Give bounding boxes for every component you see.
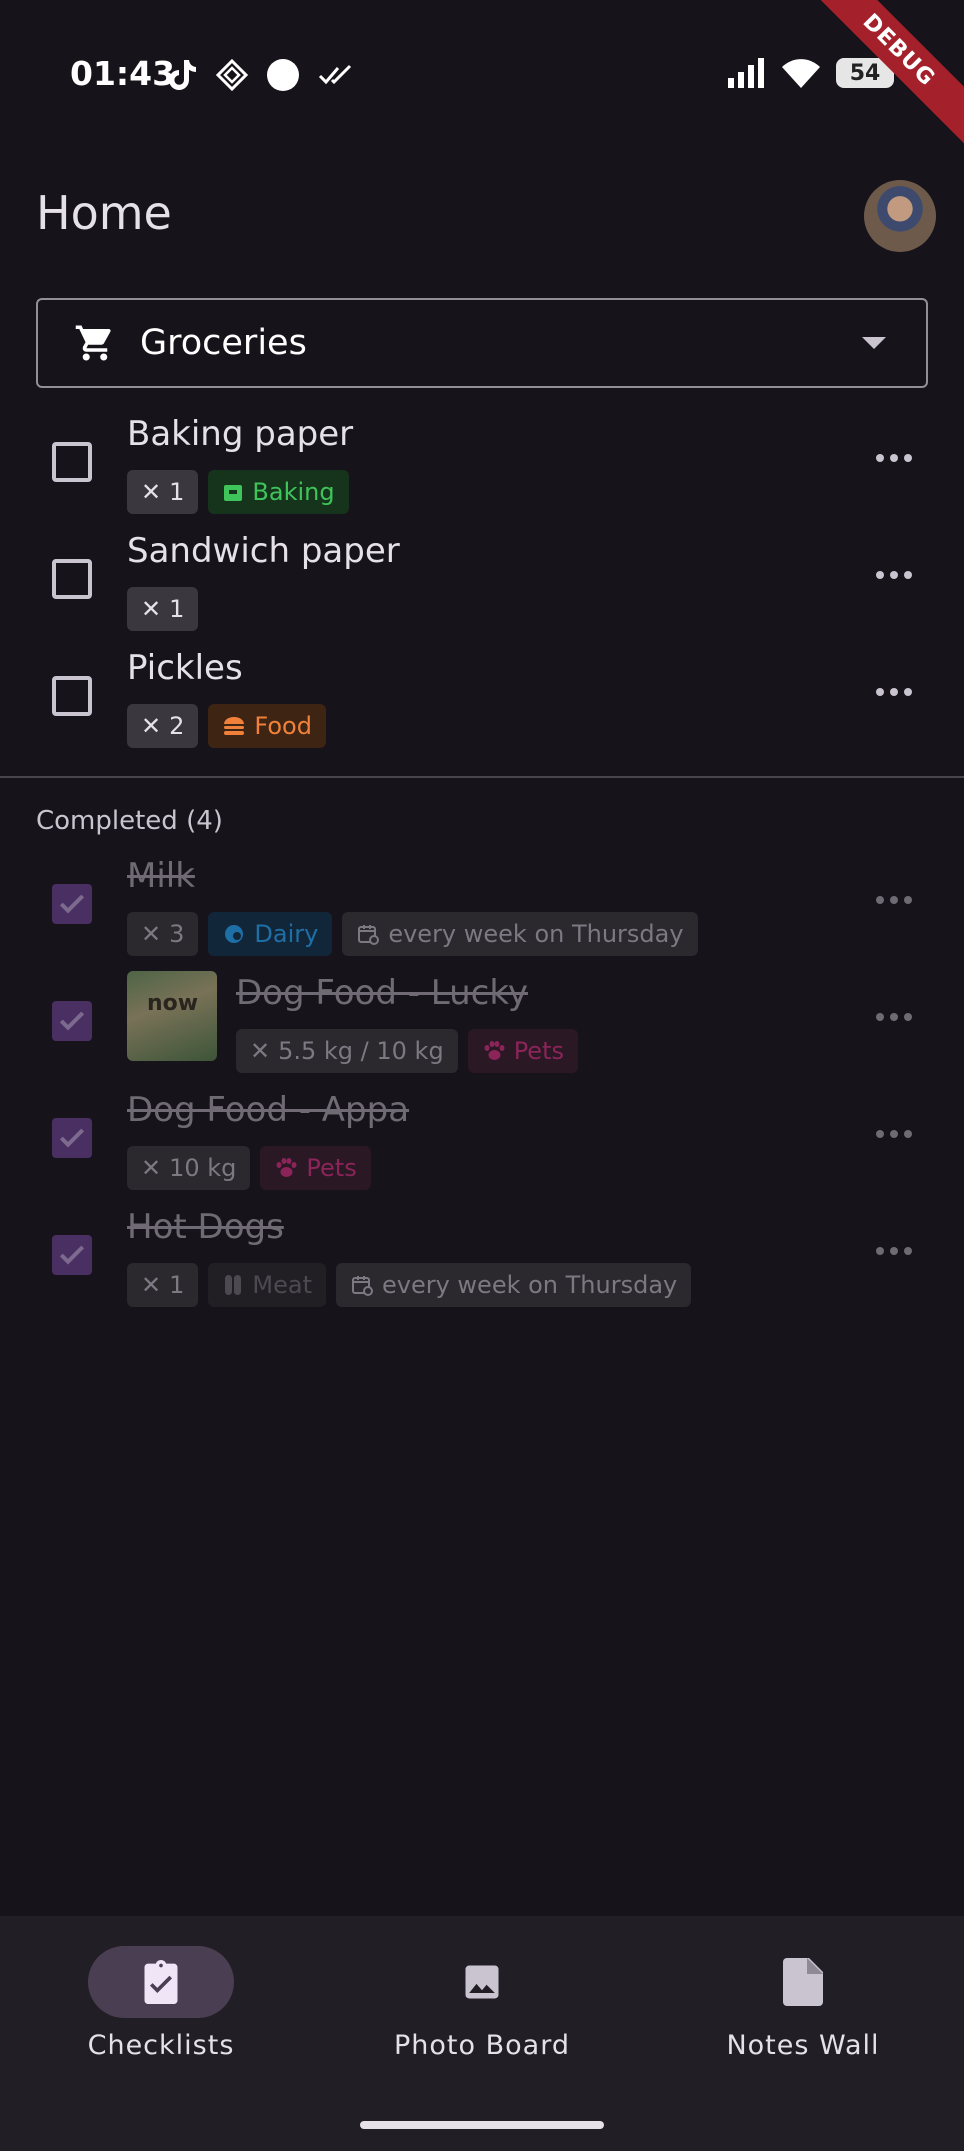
check-icon	[59, 1128, 85, 1148]
home-indicator[interactable]	[360, 2121, 604, 2129]
check-icon	[59, 894, 85, 914]
dropdown-arrow-icon	[862, 337, 886, 349]
item-checkbox[interactable]	[52, 676, 92, 716]
notification-icons	[168, 58, 354, 92]
signal-icon	[728, 58, 764, 88]
category-chip: Meat	[208, 1263, 326, 1307]
avatar[interactable]	[864, 180, 936, 252]
recurrence-chip: every week on Thursday	[335, 1263, 692, 1307]
image-icon	[465, 1965, 499, 1999]
category-chip: Dairy	[208, 912, 333, 956]
completed-list-item[interactable]: Milk ✕ 3 Dairy every week on Thursday	[0, 850, 964, 967]
check-icon	[59, 1011, 85, 1031]
item-checkbox[interactable]	[52, 442, 92, 482]
list-selector-value: Groceries	[140, 323, 307, 363]
multiply-icon: ✕	[141, 1154, 162, 1182]
item-title: Pickles	[127, 648, 243, 688]
list-selector-dropdown[interactable]: Groceries	[36, 298, 928, 388]
list-item[interactable]: Sandwich paper ✕ 1	[0, 525, 964, 642]
sausage-icon	[225, 1275, 242, 1295]
item-checkbox-checked[interactable]	[52, 1118, 92, 1158]
item-thumbnail[interactable]: now	[127, 971, 217, 1061]
quantity-chip: ✕ 1	[127, 470, 199, 514]
multiply-icon: ✕	[250, 1037, 271, 1065]
system-icons: 54	[726, 58, 894, 88]
check-icon	[59, 1245, 85, 1265]
page-title: Home	[36, 186, 172, 240]
list-item[interactable]: Baking paper ✕ 1 Baking	[0, 408, 964, 525]
completed-section-header[interactable]: Completed (4)	[36, 806, 223, 836]
multiply-icon: ✕	[141, 478, 162, 506]
clipboard-check-icon	[144, 1960, 178, 2004]
quantity-chip: ✕ 10 kg	[127, 1146, 251, 1190]
quantity-chip: ✕ 5.5 kg / 10 kg	[236, 1029, 458, 1073]
list-item[interactable]: Pickles ✕ 2 Food	[0, 642, 964, 759]
item-title: Milk	[127, 856, 195, 896]
quantity-chip: ✕ 1	[127, 587, 199, 631]
nav-notes-wall[interactable]: Notes Wall	[653, 1946, 953, 2061]
item-checkbox-checked[interactable]	[52, 1235, 92, 1275]
more-options-icon[interactable]	[876, 454, 912, 462]
more-options-icon[interactable]	[876, 1130, 912, 1138]
calendar-repeat-icon	[358, 925, 380, 945]
multiply-icon: ✕	[141, 1271, 162, 1299]
item-title: Dog Food - Appa	[127, 1090, 410, 1130]
more-options-icon[interactable]	[876, 571, 912, 579]
more-options-icon[interactable]	[876, 896, 912, 904]
item-title: Hot Dogs	[127, 1207, 284, 1247]
circle-icon	[267, 59, 299, 91]
item-checkbox[interactable]	[52, 559, 92, 599]
cake-icon	[224, 485, 243, 501]
quantity-chip: ✕ 2	[127, 704, 199, 748]
more-options-icon[interactable]	[876, 1013, 912, 1021]
nav-checklists[interactable]: Checklists	[11, 1946, 311, 2061]
calendar-repeat-icon	[351, 1276, 373, 1296]
item-title: Sandwich paper	[127, 531, 400, 571]
recurrence-chip: every week on Thursday	[342, 912, 698, 956]
category-chip: Food	[208, 704, 326, 748]
more-options-icon[interactable]	[876, 688, 912, 696]
category-chip: Pets	[260, 1146, 371, 1190]
bottom-navigation: Checklists Photo Board Notes Wall	[0, 1916, 964, 2151]
completed-list-item[interactable]: Dog Food - Appa ✕ 10 kg Pets	[0, 1084, 964, 1201]
category-chip: Baking	[208, 470, 349, 514]
multiply-icon: ✕	[141, 712, 162, 740]
document-icon	[783, 1958, 823, 2006]
wifi-icon	[782, 59, 820, 88]
quantity-chip: ✕ 3	[127, 912, 199, 956]
category-chip: Pets	[467, 1029, 578, 1073]
shopping-cart-icon	[75, 325, 111, 361]
paw-icon	[276, 1158, 297, 1177]
multiply-icon: ✕	[141, 920, 162, 948]
nav-photo-board[interactable]: Photo Board	[332, 1946, 632, 2061]
diamond-app-icon	[216, 59, 248, 91]
tiktok-icon	[169, 60, 196, 90]
nav-label: Notes Wall	[726, 2030, 880, 2061]
completed-list-item[interactable]: Hot Dogs ✕ 1 Meat every week on Thursday	[0, 1201, 964, 1318]
item-title: Dog Food - Lucky	[236, 973, 528, 1013]
double-check-icon	[318, 64, 352, 85]
divider	[0, 776, 964, 778]
paw-icon	[484, 1041, 505, 1060]
burger-icon	[224, 717, 245, 735]
status-time: 01:43	[70, 54, 176, 93]
multiply-icon: ✕	[141, 595, 162, 623]
nav-label: Checklists	[87, 2030, 235, 2061]
cheese-icon	[225, 925, 244, 943]
item-title: Baking paper	[127, 414, 354, 454]
quantity-chip: ✕ 1	[127, 1263, 199, 1307]
nav-label: Photo Board	[394, 2030, 570, 2061]
item-checkbox-checked[interactable]	[52, 1001, 92, 1041]
status-bar: 01:43 54	[0, 0, 964, 150]
item-checkbox-checked[interactable]	[52, 884, 92, 924]
more-options-icon[interactable]	[876, 1247, 912, 1255]
completed-list-item[interactable]: now Dog Food - Lucky ✕ 5.5 kg / 10 kg Pet…	[0, 967, 964, 1084]
